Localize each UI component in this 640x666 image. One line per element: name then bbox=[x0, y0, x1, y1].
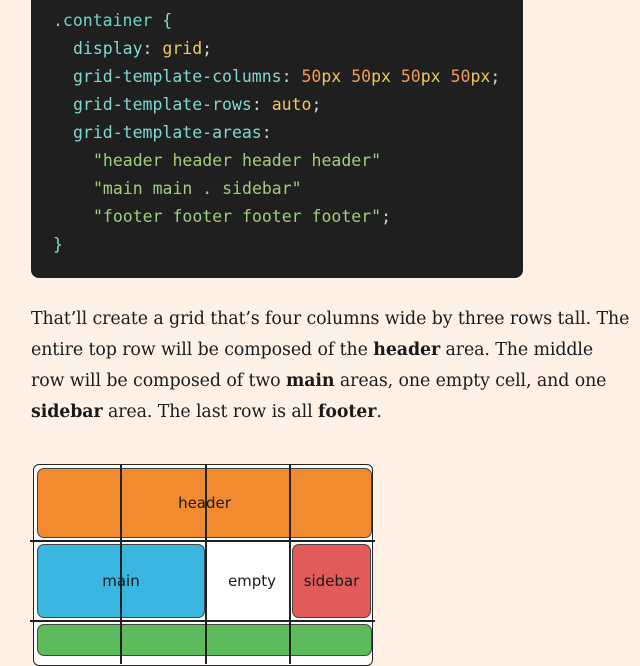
grid-area-sidebar: sidebar bbox=[292, 544, 371, 618]
code-area-string-1: "header header header header" bbox=[93, 151, 382, 170]
explanation-paragraph: That’ll create a grid that’s four column… bbox=[31, 304, 631, 428]
grid-area-empty-label: empty bbox=[227, 572, 277, 590]
code-line-display: display: grid; bbox=[73, 39, 213, 58]
grid-line-row-1 bbox=[30, 540, 375, 542]
code-line-areas: grid-template-areas: bbox=[73, 123, 272, 142]
code-area-row-1: "header header header header" bbox=[93, 147, 381, 175]
code-line-selector: .container { bbox=[53, 7, 172, 35]
code-col-unit-2: px bbox=[371, 67, 391, 86]
code-line-rows: grid-template-rows: auto; bbox=[73, 95, 322, 114]
code-prop-columns: grid-template-columns bbox=[73, 67, 282, 86]
code-block: .container { display: grid; grid-templat… bbox=[31, 0, 523, 278]
paragraph-text-3: areas, one empty cell, and one bbox=[334, 371, 607, 391]
paragraph-bold-header: header bbox=[373, 340, 441, 360]
code-area-row-3: "footer footer footer footer"; bbox=[93, 207, 392, 226]
paragraph-text-4: area. The last row is all bbox=[102, 402, 318, 422]
code-close-brace: } bbox=[53, 235, 63, 254]
code-prop-rows: grid-template-rows bbox=[73, 95, 252, 114]
grid-area-empty: empty bbox=[211, 544, 293, 618]
code-col-value-3: 50 bbox=[400, 67, 421, 86]
code-area-row-2: "main main . sidebar" bbox=[93, 175, 302, 203]
code-col-value-1: 50 bbox=[301, 67, 322, 86]
code-val-rows: auto bbox=[271, 95, 312, 114]
grid-line-col-3 bbox=[289, 464, 291, 664]
grid-line-row-2 bbox=[30, 620, 375, 622]
code-col-value-4: 50 bbox=[450, 67, 471, 86]
grid-diagram: header main empty sidebar bbox=[30, 460, 380, 666]
code-col-unit-3: px bbox=[420, 67, 441, 86]
grid-line-col-1 bbox=[120, 464, 122, 664]
code-prop-areas: grid-template-areas bbox=[73, 123, 262, 142]
paragraph-text-5: . bbox=[376, 402, 382, 422]
paragraph-bold-main: main bbox=[285, 371, 335, 391]
code-area-string-3: "footer footer footer footer" bbox=[93, 207, 382, 226]
code-line-columns: grid-template-columns: 50px 50px 50px 50… bbox=[73, 67, 501, 86]
code-open-brace: { bbox=[152, 11, 173, 30]
code-line-close: } bbox=[53, 231, 63, 259]
code-val-display: grid bbox=[162, 39, 203, 58]
code-area-string-2: "main main . sidebar" bbox=[93, 179, 302, 198]
code-prop-display: display bbox=[73, 39, 143, 58]
code-col-unit-1: px bbox=[321, 67, 342, 86]
grid-line-col-2 bbox=[205, 464, 207, 664]
code-selector: .container bbox=[53, 11, 153, 30]
code-col-value-2: 50 bbox=[351, 67, 372, 86]
paragraph-bold-sidebar: sidebar bbox=[31, 402, 103, 422]
grid-area-sidebar-label: sidebar bbox=[303, 572, 360, 590]
paragraph-bold-footer: footer bbox=[317, 402, 377, 422]
code-col-unit-4: px bbox=[470, 67, 491, 86]
